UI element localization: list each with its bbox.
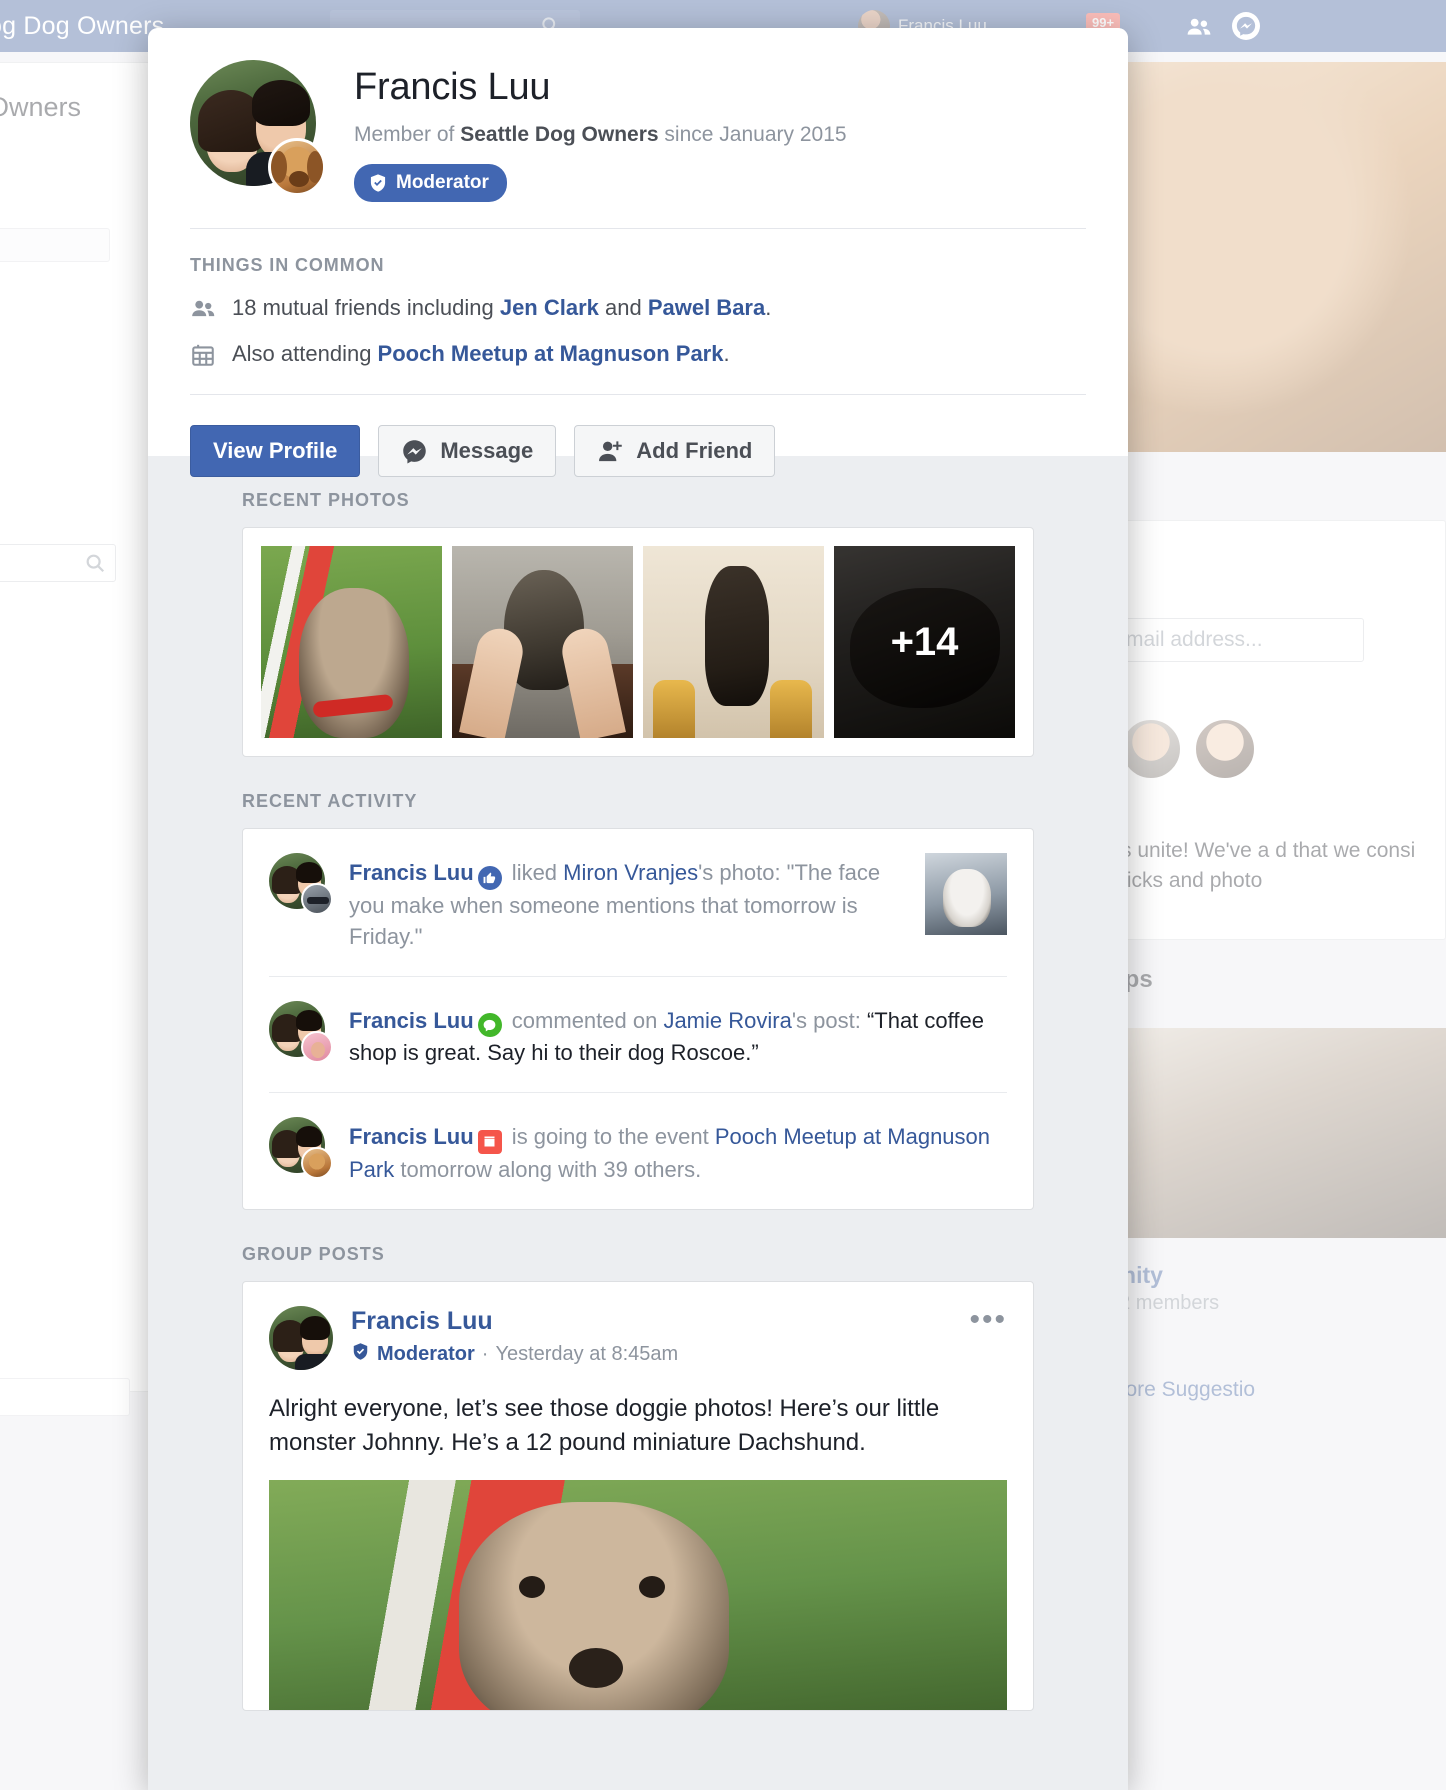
post-author[interactable]: Francis Luu	[351, 1306, 678, 1336]
calendar-icon	[190, 342, 216, 368]
photo-grid: +14	[243, 528, 1033, 756]
avatar[interactable]	[190, 60, 326, 196]
photo-dog-standing[interactable]	[643, 546, 824, 738]
recent-photos-card: +14	[242, 527, 1034, 757]
group-posts-label: GROUP POSTS	[242, 1243, 385, 1264]
activity-actor[interactable]: Francis Luu	[349, 1124, 474, 1149]
post-moderator-badge[interactable]: Moderator	[351, 1342, 475, 1367]
photo-more-count: +14	[834, 546, 1015, 738]
activity-verb: liked	[505, 860, 564, 885]
photo-dog-black-more[interactable]: +14	[834, 546, 1015, 738]
group-post-card: Francis Luu Moderator · Yesterday at 8:4…	[242, 1280, 1034, 1711]
avatar	[269, 853, 333, 915]
divider	[190, 228, 1086, 229]
avatar	[269, 1117, 333, 1179]
activity-text: Francis Luu is going to the event Pooch …	[349, 1117, 1007, 1185]
messenger-icon	[401, 438, 428, 465]
common-item-mutual-friends: 18 mutual friends including Jen Clark an…	[190, 294, 1086, 322]
link-pooch-meetup[interactable]: Pooch Meetup at Magnuson Park	[378, 341, 724, 366]
post-header: Francis Luu Moderator · Yesterday at 8:4…	[243, 1282, 1033, 1370]
mutual-friends-middle: and	[598, 295, 648, 320]
shield-check-icon	[368, 173, 388, 193]
status-badge-label: Moderator	[396, 172, 489, 193]
recent-activity-label: RECENT ACTIVITY	[242, 791, 418, 811]
friends-icon	[190, 296, 216, 322]
activity-target[interactable]: Jamie Rovira	[663, 1008, 791, 1033]
mutual-friends-suffix: .	[765, 295, 772, 320]
activity-after-target: 's photo:	[698, 860, 787, 885]
activity-after-target: 's post:	[791, 1007, 867, 1033]
add-person-icon	[597, 438, 624, 465]
things-in-common-label: THINGS IN COMMON	[190, 255, 385, 275]
avatar[interactable]	[269, 1305, 333, 1370]
photo-dog-grass[interactable]	[261, 546, 442, 738]
list-item[interactable]: Francis Luu is going to the event Pooch …	[243, 1093, 1033, 1209]
post-separator: ·	[481, 1342, 489, 1365]
comment-icon	[477, 1013, 502, 1037]
profile-header: Francis Luu Member of Seattle Dog Owners…	[148, 28, 1128, 477]
message-button[interactable]: Message	[378, 425, 557, 477]
post-body-text: Alright everyone, let’s see those doggie…	[269, 1394, 940, 1456]
photo-dog-held[interactable]	[452, 546, 633, 738]
like-icon	[477, 865, 502, 890]
profile-actions: View Profile Message Add Friend	[190, 425, 1086, 477]
link-jen-clark[interactable]: Jen Clark	[500, 295, 599, 320]
list-item[interactable]: Francis Luu commented on Jamie Rovira's …	[243, 977, 1033, 1093]
link-pawel-bara[interactable]: Pawel Bara	[648, 295, 765, 320]
view-profile-label: View Profile	[213, 438, 338, 463]
member-prefix: Member of	[354, 123, 461, 146]
activity-verb: commented on	[505, 1007, 664, 1033]
activity-thumbnail[interactable]	[925, 853, 1007, 935]
membership-line: Member of Seattle Dog Owners since Janua…	[354, 122, 1086, 148]
divider	[190, 394, 1086, 395]
activity-actor[interactable]: Francis Luu	[349, 860, 474, 885]
shield-check-icon	[351, 1342, 370, 1367]
avatar-secondary	[301, 1030, 333, 1063]
post-timestamp: Yesterday at 8:45am	[495, 1342, 679, 1365]
post-options-button[interactable]: •••	[969, 1304, 1007, 1334]
activity-actor[interactable]: Francis Luu	[349, 1008, 474, 1033]
event-icon	[477, 1129, 502, 1154]
page-title: Francis Luu	[354, 66, 551, 108]
add-friend-button[interactable]: Add Friend	[574, 425, 776, 477]
profile-body: RECENT PHOTOS +14 RECENT ACTIVITY Franci…	[148, 490, 1128, 1751]
activity-target[interactable]: Miron Vranjes	[563, 860, 698, 885]
message-label: Message	[440, 438, 534, 463]
event-suffix: .	[723, 341, 730, 366]
pet-avatar	[268, 138, 326, 196]
activity-text: Francis Luu liked Miron Vranjes's photo:…	[349, 853, 891, 952]
event-prefix: Also attending	[232, 341, 378, 366]
post-moderator-label: Moderator	[377, 1342, 475, 1365]
member-suffix: since January 2015	[658, 123, 847, 146]
avatar	[269, 1000, 333, 1063]
avatar-secondary	[301, 883, 333, 915]
activity-verb: is going to the event	[505, 1124, 715, 1149]
common-item-event: Also attending Pooch Meetup at Magnuson …	[190, 340, 1086, 368]
mutual-friends-prefix: 18 mutual friends including	[232, 295, 500, 320]
post-meta: Moderator · Yesterday at 8:45am	[351, 1342, 678, 1367]
post-image[interactable]	[269, 1479, 1007, 1710]
recent-activity-card: Francis Luu liked Miron Vranjes's photo:…	[242, 828, 1034, 1210]
activity-tail: tomorrow along with 39 others.	[394, 1156, 702, 1182]
group-name: Seattle Dog Owners	[460, 123, 659, 146]
view-profile-button[interactable]: View Profile	[190, 425, 361, 477]
add-friend-label: Add Friend	[636, 438, 753, 463]
activity-text: Francis Luu commented on Jamie Rovira's …	[349, 1001, 1007, 1069]
recent-photos-label: RECENT PHOTOS	[242, 490, 410, 510]
avatar-secondary	[301, 1147, 333, 1179]
profile-hovercard-modal: Francis Luu Member of Seattle Dog Owners…	[148, 28, 1128, 1790]
list-item[interactable]: Francis Luu liked Miron Vranjes's photo:…	[243, 829, 1033, 976]
status-badge: Moderator	[354, 164, 507, 202]
